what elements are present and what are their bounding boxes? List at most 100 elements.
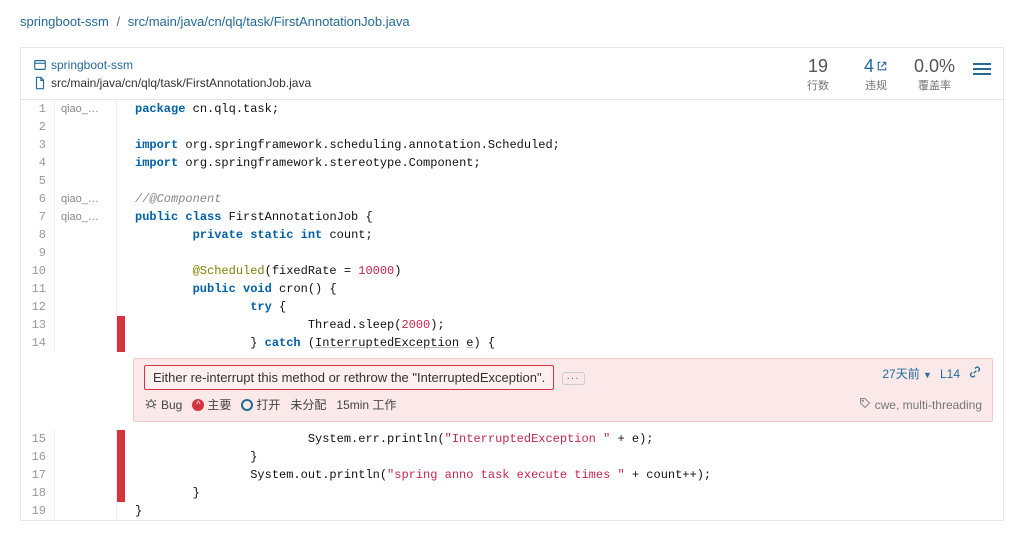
metric-coverage-value: 0.0% [914, 56, 955, 76]
code-line: 11 public void cron() { [21, 280, 1003, 298]
actions-menu-icon[interactable] [973, 60, 991, 78]
metrics: 19 行数 4 违规 0.0% 覆盖率 [798, 56, 991, 93]
source-line[interactable]: private static int count; [125, 226, 1003, 244]
issue-indicator [117, 448, 125, 466]
line-author [55, 466, 117, 484]
line-number[interactable]: 6 [21, 190, 55, 208]
panel-header: springboot-ssm src/main/java/cn/qlq/task… [21, 48, 1003, 100]
source-line[interactable]: System.out.println("spring anno task exe… [125, 466, 1003, 484]
code-line: 4 import org.springframework.stereotype.C… [21, 154, 1003, 172]
code-line: 2 [21, 118, 1003, 136]
code-line: 17 System.out.println("spring anno task … [21, 466, 1003, 484]
line-number[interactable]: 12 [21, 298, 55, 316]
issue-indicator [117, 466, 125, 484]
issue-indicator [117, 484, 125, 502]
external-link-icon [876, 60, 888, 72]
line-number[interactable]: 14 [21, 334, 55, 352]
source-line[interactable]: package cn.qlq.task; [125, 100, 1003, 118]
status-open-icon [241, 399, 253, 411]
metric-issues-value[interactable]: 4 [864, 56, 874, 76]
code-line: 14 } catch (InterruptedException e) { [21, 334, 1003, 352]
source-line[interactable]: } [125, 484, 1003, 502]
metric-lines: 19 行数 [798, 56, 838, 93]
line-number[interactable]: 19 [21, 502, 55, 520]
permalink-icon[interactable] [968, 365, 982, 382]
line-author [55, 316, 117, 334]
line-author [55, 172, 117, 190]
source-line[interactable] [125, 172, 1003, 190]
issue-indicator [117, 262, 125, 280]
line-number[interactable]: 3 [21, 136, 55, 154]
source-code: 1qiao_…package cn.qlq.task;23import org.… [21, 100, 1003, 520]
line-number[interactable]: 13 [21, 316, 55, 334]
source-line[interactable]: Thread.sleep(2000); [125, 316, 1003, 334]
source-line[interactable]: } catch (InterruptedException e) { [125, 334, 1003, 352]
source-line[interactable]: //@Component [125, 190, 1003, 208]
issue-severity[interactable]: ^ 主要 [192, 396, 231, 413]
issue-age[interactable]: 27天前 [882, 367, 919, 381]
issue-status[interactable]: 打开 [241, 396, 280, 413]
issue-type-label: Bug [161, 398, 182, 412]
source-line[interactable]: import org.springframework.scheduling.an… [125, 136, 1003, 154]
metric-lines-label: 行数 [798, 77, 838, 93]
code-line: 10 @Scheduled(fixedRate = 10000) [21, 262, 1003, 280]
issue-line-link[interactable]: L14 [940, 367, 960, 381]
line-number[interactable]: 18 [21, 484, 55, 502]
line-author: qiao_… [55, 190, 117, 208]
breadcrumb-separator: / [117, 14, 121, 29]
source-line[interactable]: } [125, 502, 1003, 520]
issue-indicator [117, 430, 125, 448]
source-line[interactable]: @Scheduled(fixedRate = 10000) [125, 262, 1003, 280]
code-line: 7qiao_…public class FirstAnnotationJob { [21, 208, 1003, 226]
breadcrumb-project[interactable]: springboot-ssm [20, 14, 109, 29]
source-line[interactable]: public class FirstAnnotationJob { [125, 208, 1003, 226]
code-line: 16 } [21, 448, 1003, 466]
breadcrumb-file[interactable]: src/main/java/cn/qlq/task/FirstAnnotatio… [128, 14, 410, 29]
line-number[interactable]: 8 [21, 226, 55, 244]
issue-message[interactable]: Either re-interrupt this method or rethr… [144, 365, 554, 390]
line-author [55, 484, 117, 502]
source-line[interactable] [125, 118, 1003, 136]
code-line: 13 Thread.sleep(2000); [21, 316, 1003, 334]
issue-tags[interactable]: cwe, multi-threading [859, 397, 982, 412]
issue-card[interactable]: Either re-interrupt this method or rethr… [133, 358, 993, 422]
source-line[interactable]: } [125, 448, 1003, 466]
line-number[interactable]: 1 [21, 100, 55, 118]
line-author [55, 154, 117, 172]
line-number[interactable]: 5 [21, 172, 55, 190]
issue-type[interactable]: Bug [144, 396, 182, 413]
source-line[interactable]: public void cron() { [125, 280, 1003, 298]
source-line[interactable]: System.err.println("InterruptedException… [125, 430, 1003, 448]
line-number[interactable]: 7 [21, 208, 55, 226]
issue-indicator [117, 226, 125, 244]
issue-indicator [117, 244, 125, 262]
issue-assignee[interactable]: 未分配 [290, 396, 326, 413]
code-line: 8 private static int count; [21, 226, 1003, 244]
line-number[interactable]: 17 [21, 466, 55, 484]
issue-indicator [117, 316, 125, 334]
line-number[interactable]: 4 [21, 154, 55, 172]
source-line[interactable]: try { [125, 298, 1003, 316]
source-line[interactable]: import org.springframework.stereotype.Co… [125, 154, 1003, 172]
line-number[interactable]: 9 [21, 244, 55, 262]
code-line: 6qiao_… //@Component [21, 190, 1003, 208]
header-project-link[interactable]: springboot-ssm [51, 56, 133, 74]
line-author [55, 448, 117, 466]
source-panel: springboot-ssm src/main/java/cn/qlq/task… [20, 47, 1004, 521]
chevron-down-icon: ▼ [923, 370, 932, 380]
line-author [55, 430, 117, 448]
issue-comments-button[interactable]: ··· [562, 372, 585, 385]
line-number[interactable]: 2 [21, 118, 55, 136]
code-line: 1qiao_…package cn.qlq.task; [21, 100, 1003, 118]
line-number[interactable]: 16 [21, 448, 55, 466]
code-line: 12 try { [21, 298, 1003, 316]
metric-coverage: 0.0% 覆盖率 [914, 56, 955, 93]
line-number[interactable]: 11 [21, 280, 55, 298]
code-line: 18 } [21, 484, 1003, 502]
breadcrumb: springboot-ssm / src/main/java/cn/qlq/ta… [0, 0, 1024, 47]
source-line[interactable] [125, 244, 1003, 262]
line-author [55, 280, 117, 298]
line-number[interactable]: 15 [21, 430, 55, 448]
metric-issues[interactable]: 4 违规 [856, 56, 896, 93]
line-number[interactable]: 10 [21, 262, 55, 280]
